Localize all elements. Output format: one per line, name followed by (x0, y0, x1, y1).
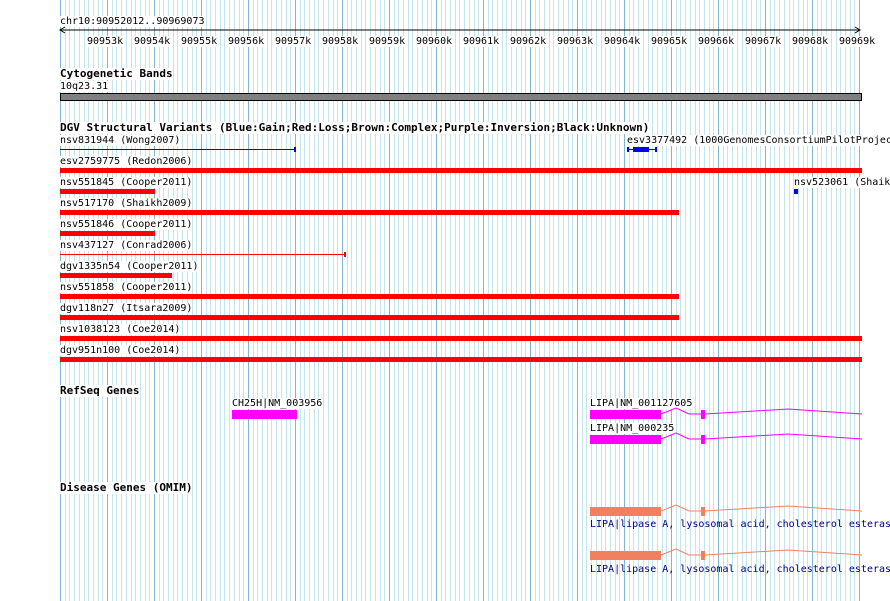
ruler-tick-label: 90956k (228, 36, 265, 47)
omim-track-title[interactable]: Disease Genes (OMIM) (60, 482, 193, 494)
variant-label[interactable]: nsv1038123 (Coe2014) (60, 324, 181, 335)
ruler-tick-label: 90961k (463, 36, 500, 47)
variant-label[interactable]: nsv523061 (Shaik (794, 177, 890, 188)
ruler-tick-label: 90967k (745, 36, 782, 47)
ruler-tick-label: 90959k (369, 36, 406, 47)
variant-bar-loss[interactable] (60, 210, 679, 215)
variant-label[interactable]: esv2759775 (Redon2006) (60, 156, 193, 167)
variant-bar-gain[interactable] (794, 189, 798, 194)
variant-bar-loss[interactable] (60, 254, 346, 255)
variant-label[interactable]: nsv517170 (Shaikh2009) (60, 198, 193, 209)
variant-label[interactable]: nsv551858 (Cooper2011) (60, 282, 193, 293)
variant-bar-start (627, 147, 629, 152)
variant-bar-loss[interactable] (60, 273, 172, 278)
variant-bar-gain-block (633, 147, 649, 152)
ruler-tick-label: 90955k (181, 36, 218, 47)
ruler-tick-label: 90964k (604, 36, 641, 47)
refseq-track-title[interactable]: RefSeq Genes (60, 385, 140, 397)
cytobands-track-title[interactable]: Cytogenetic Bands (60, 68, 173, 80)
variant-label[interactable]: esv3377492 (1000GenomesConsortiumPilotPr… (627, 135, 890, 146)
variant-bar-loss[interactable] (60, 168, 862, 173)
omim-gene-label[interactable]: LIPA|lipase A, lysosomal acid, cholester… (590, 564, 890, 575)
variant-bar-loss[interactable] (60, 231, 155, 236)
ruler-tick-label: 90965k (651, 36, 688, 47)
ruler-tick-label: 90953k (87, 36, 124, 47)
omim-gene-label[interactable]: LIPA|lipase A, lysosomal acid, cholester… (590, 519, 890, 530)
variant-label[interactable]: dgv118n27 (Itsara2009) (60, 303, 193, 314)
ruler-tick-label: 90954k (134, 36, 171, 47)
ruler-tick-label: 90960k (416, 36, 453, 47)
ruler-tick-label: 90958k (322, 36, 359, 47)
variant-bar-gain[interactable] (60, 149, 296, 150)
dgv-track-title[interactable]: DGV Structural Variants (Blue:Gain;Red:L… (60, 122, 650, 134)
variant-bar-loss[interactable] (60, 357, 862, 362)
variant-bar-loss[interactable] (60, 189, 155, 194)
gene-model[interactable] (588, 404, 864, 424)
variant-label[interactable]: nsv831944 (Wong2007) (60, 135, 181, 146)
gene-label[interactable]: CH25H|NM_003956 (232, 398, 323, 409)
ruler-tick-label: 90968k (792, 36, 829, 47)
ruler-axis (59, 26, 861, 34)
variant-bar-loss[interactable] (60, 336, 862, 341)
variant-label[interactable]: nsv551846 (Cooper2011) (60, 219, 193, 230)
gene-model[interactable] (588, 430, 864, 450)
variant-bar-loss[interactable] (60, 315, 679, 320)
variant-bar-end (344, 252, 346, 257)
variant-label[interactable]: nsv551845 (Cooper2011) (60, 177, 193, 188)
variant-label[interactable]: dgv1335n54 (Cooper2011) (60, 261, 199, 272)
ruler-tick-label: 90963k (557, 36, 594, 47)
ruler-tick-label: 90966k (698, 36, 735, 47)
cytoband-bar[interactable] (60, 93, 862, 101)
variant-label[interactable]: dgv951n100 (Coe2014) (60, 345, 181, 356)
variant-label[interactable]: nsv437127 (Conrad2006) (60, 240, 193, 251)
ruler-tick-label: 90957k (275, 36, 312, 47)
ruler-tick-label: 90962k (510, 36, 547, 47)
variant-bar-end (294, 147, 296, 152)
cytoband-label: 10q23.31 (60, 81, 109, 92)
ruler-tick-label: 90969k (839, 36, 876, 47)
variant-bar-loss[interactable] (60, 294, 679, 299)
omim-gene-model[interactable] (588, 546, 864, 566)
gene-exon[interactable] (232, 410, 297, 419)
variant-bar-end (655, 147, 657, 152)
